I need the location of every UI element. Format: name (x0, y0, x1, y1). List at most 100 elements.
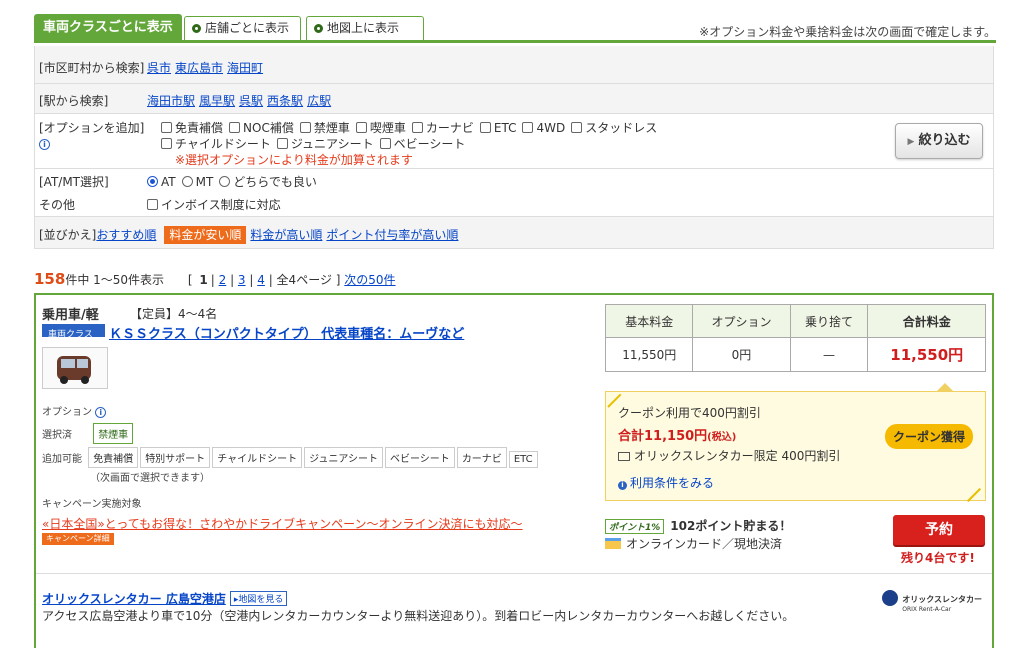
tab-on-map[interactable]: 地図上に表示 (306, 16, 424, 40)
option-checkbox[interactable]: 4WD (522, 121, 565, 135)
class-name-link[interactable]: ＫＳＳクラス（コンパクトタイプ） 代表車種名：ムーヴなど (109, 327, 464, 342)
price-header: オプション (692, 304, 791, 338)
addable-label: 追加可能 (42, 454, 82, 465)
city-link[interactable]: 東広島市 (175, 61, 223, 75)
coupon-total-value: 合計11,150円 (618, 429, 708, 444)
option-label: 免責補償 (175, 121, 224, 135)
tab-label: 店舗ごとに表示 (205, 21, 290, 35)
option-checkbox[interactable]: 禁煙車 (299, 121, 350, 135)
invoice-checkbox[interactable]: インボイス制度に対応 (147, 198, 281, 212)
option-label: チャイルドシート (175, 137, 271, 151)
campaign-link[interactable]: «日本全国»とってもお得な！さわやかドライブキャンペーン～オンライン決済にも対応… (42, 515, 523, 532)
option-checkbox[interactable]: ベビーシート (379, 137, 465, 151)
option-tag: ETC (508, 451, 538, 468)
radio-label: AT (161, 175, 176, 189)
info-icon[interactable]: i (39, 139, 50, 150)
option-tag: 特別サポート (140, 447, 211, 468)
points-line: ポイント1% 102ポイント貯まる！ (605, 517, 791, 534)
option-label: カーナビ (425, 121, 474, 135)
station-link[interactable]: 西条駅 (267, 94, 303, 108)
station-link[interactable]: 海田市駅 (147, 94, 195, 108)
option-label: ジュニアシート (290, 137, 374, 151)
info-icon[interactable]: i (95, 407, 107, 418)
city-filter-row: [市区町村から検索] 呉市 東広島市 海田町 (35, 46, 993, 84)
option-tag: チャイルドシート (212, 447, 303, 468)
sort-price-high[interactable]: 料金が高い順 (250, 228, 322, 242)
option-label: 4WD (536, 121, 566, 135)
atmt-filter-label: [AT/MT選択] (39, 175, 109, 189)
radio-at[interactable]: AT (147, 175, 176, 189)
station-link[interactable]: 広駅 (307, 94, 331, 108)
atmt-filter-row: [AT/MT選択] AT MT どちらでも良い (35, 169, 993, 192)
option-checkbox[interactable]: NOC補償 (229, 121, 294, 135)
total-price: 11,550円 (867, 337, 986, 372)
store-description: アクセス広島空港より車で10分（空港内レンタカーカウンターより無料送迎あり）。到… (42, 609, 795, 623)
capacity: 【定員】4～4名 (130, 307, 218, 321)
page-total: | 全4ページ ] (268, 273, 341, 287)
checkbox-icon (299, 122, 311, 133)
station-link[interactable]: 風早駅 (199, 94, 235, 108)
payment-text: オンラインカード／現地決済 (626, 537, 783, 551)
option-checkbox[interactable]: 免責補償 (161, 121, 223, 135)
radio-dot-icon (192, 24, 201, 33)
tab-by-store[interactable]: 店舗ごとに表示 (184, 16, 301, 40)
play-arrow-icon: ▶ (907, 137, 915, 147)
coupon-terms-link[interactable]: i 利用条件をみる (618, 474, 714, 491)
store-section: オリックスレンタカー 広島空港店 ▸地図を見る アクセス広島空港より車で10分（空… (36, 573, 992, 623)
radio-mt[interactable]: MT (181, 175, 213, 189)
option-checkbox[interactable]: チャイルドシート (161, 137, 271, 151)
page-link[interactable]: 2 (219, 273, 227, 287)
store-name-link[interactable]: オリックスレンタカー 広島空港店 (42, 592, 226, 606)
price-header: 基本料金 (604, 304, 694, 338)
option-label: スタッドレス (585, 121, 658, 135)
option-checkbox[interactable]: ジュニアシート (276, 137, 374, 151)
sort-label: [並びかえ] (39, 228, 97, 242)
addable-options: 追加可能 免責補償 特別サポート チャイルドシート ジュニアシート ベビーシート カーナビ… (42, 447, 540, 484)
sort-price-low[interactable]: 料金が安い順 (164, 226, 247, 244)
campaign-detail-badge[interactable]: キャンペーン詳細 (42, 533, 114, 545)
orix-logo: オリックスレンタカー ORIX Rent-A-Car (882, 590, 982, 613)
checkbox-icon (379, 138, 391, 149)
logo-subtext: ORIX Rent-A-Car (902, 606, 952, 613)
city-filter-label: [市区町村から検索] (39, 61, 145, 75)
station-filter-label: [駅から検索] (39, 94, 109, 108)
coupon-total: 合計11,150円(税込) (618, 425, 736, 444)
option-checkboxes: チャイルドシート ジュニアシート ベビーシート (161, 135, 471, 152)
price-header: 合計料金 (867, 304, 986, 338)
sort-recommended[interactable]: おすすめ順 (96, 228, 156, 242)
page-link[interactable]: 3 (238, 273, 246, 287)
campaign-label: キャンペーン実施対象 (42, 499, 142, 510)
option-checkbox[interactable]: 喫煙車 (355, 121, 406, 135)
other-filter-row: その他 インボイス制度に対応 (35, 192, 993, 217)
class-badge: 車両クラス (42, 324, 105, 340)
option-tag: 禁煙車 (93, 423, 134, 444)
option-checkbox[interactable]: カーナビ (411, 121, 474, 135)
view-map-button[interactable]: ▸地図を見る (229, 591, 288, 606)
checkbox-icon (411, 122, 423, 133)
checkbox-icon (276, 138, 288, 149)
dropoff-price: — (789, 337, 869, 372)
option-checkbox[interactable]: ETC (479, 121, 516, 135)
city-link[interactable]: 海田町 (227, 61, 263, 75)
tab-by-class[interactable]: 車両クラスごとに表示 (34, 14, 182, 40)
filter-panel: [市区町村から検索] 呉市 東広島市 海田町 [駅から検索] 海田市駅 風早駅 呉駅 西条… (34, 46, 994, 249)
get-coupon-button[interactable]: クーポン獲得 (884, 424, 973, 449)
orix-logo-icon (882, 590, 899, 606)
tax-note: (税込) (707, 432, 737, 443)
reserve-button[interactable]: 予約 (893, 515, 985, 545)
next-page-link[interactable]: 次の50件 (344, 273, 395, 287)
station-link[interactable]: 呉駅 (239, 94, 263, 108)
option-tag: カーナビ (456, 447, 507, 468)
option-checkbox[interactable]: スタッドレス (571, 121, 657, 135)
option-filter-row: [オプションを追加] i 免責補償 NOC補償 禁煙車 喫煙車 カーナビ ETC 4WD スタ… (35, 114, 993, 169)
narrow-down-button[interactable]: ▶ 絞り込む (895, 123, 983, 159)
option-filter-label: [オプションを追加] (39, 121, 145, 135)
city-link[interactable]: 呉市 (147, 61, 171, 75)
sort-points[interactable]: ポイント付与率が高い順 (326, 228, 458, 242)
selected-options: 選択済 禁煙車 (42, 423, 135, 444)
radio-either[interactable]: どちらでも良い (219, 175, 317, 189)
page-link[interactable]: 4 (257, 273, 265, 287)
car-image[interactable] (42, 347, 108, 389)
tab-label: 地図上に表示 (327, 21, 400, 35)
terms-text: 利用条件をみる (630, 476, 715, 490)
